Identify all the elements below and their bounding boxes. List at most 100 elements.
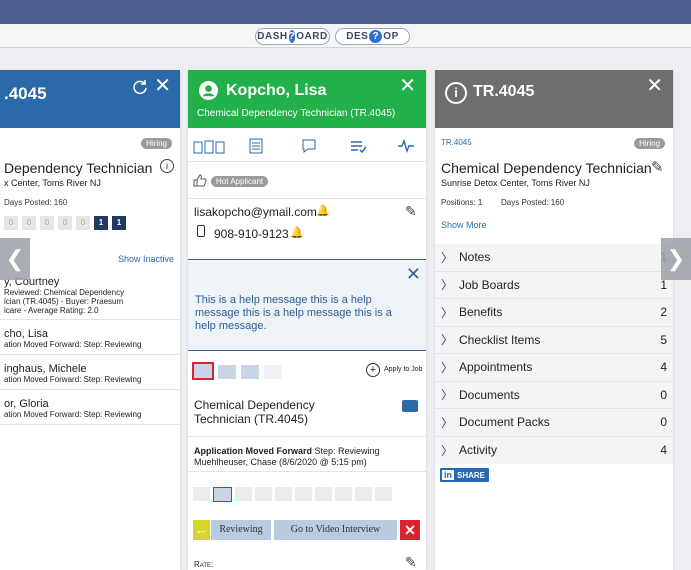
section-label: Activity xyxy=(459,443,498,458)
activity-pulse-icon[interactable] xyxy=(397,138,415,154)
rate-label: Rate: xyxy=(194,560,214,569)
candidate-detail: icare - Average Rating: 2.0 xyxy=(4,306,99,315)
job-title[interactable]: Chemical Dependency Technician (TR.4045) xyxy=(194,398,374,426)
section-document-packs[interactable]: 〉 Document Packs 0 xyxy=(435,409,673,437)
help-icon: ? xyxy=(288,30,296,43)
close-icon[interactable]: ✕ xyxy=(646,76,663,96)
candidate-subtitle: Chemical Dependency Technician (TR.4045) xyxy=(197,108,396,119)
job-title: Dependency Technician xyxy=(4,160,153,176)
job-code: TR.4045 xyxy=(441,138,472,147)
show-inactive-link[interactable]: Show Inactive xyxy=(118,254,174,264)
pipeline-count[interactable]: 0 xyxy=(22,216,36,230)
chevron-right-icon: 〉 xyxy=(441,443,454,458)
list-item[interactable]: or, Gloria ation Moved Forward: Step: Re… xyxy=(0,390,180,425)
video-interview-button[interactable]: Go to Video Interview xyxy=(274,520,397,540)
edit-pencil-icon[interactable]: ✎ xyxy=(405,203,417,220)
bell-icon[interactable]: 🔔 xyxy=(316,204,330,217)
list-item[interactable]: y, Courtney Reviewed: Chemical Dependenc… xyxy=(0,273,180,320)
action-icon-row xyxy=(193,136,421,158)
candidate-detail: ation Moved Forward: Step: Reviewing xyxy=(4,375,142,384)
close-icon[interactable]: ✕ xyxy=(406,264,421,285)
show-more-link[interactable]: Show More xyxy=(441,220,487,230)
stage-box[interactable] xyxy=(192,362,214,380)
hot-applicant-tag: Hot Applicant xyxy=(211,176,269,187)
section-count: 5 xyxy=(660,332,667,347)
close-icon[interactable]: ✕ xyxy=(399,76,416,96)
pipeline-count[interactable]: 0 xyxy=(76,216,90,230)
info-icon[interactable]: i xyxy=(160,159,174,173)
chat-icon[interactable] xyxy=(301,138,317,154)
pipeline-count[interactable]: 1 xyxy=(112,216,126,230)
reviewing-button[interactable]: Reviewing xyxy=(211,520,271,540)
section-benefits[interactable]: 〉 Benefits 2 xyxy=(435,299,673,327)
stage-box[interactable] xyxy=(241,365,259,379)
job-location: Sunrise Detox Center, Toms River NJ xyxy=(441,178,590,188)
chevron-right-icon: 〉 xyxy=(441,305,454,320)
section-count: 4 xyxy=(660,360,667,375)
section-label: Benefits xyxy=(459,305,503,320)
list-item[interactable]: cho, Lisa ation Moved Forward: Step: Rev… xyxy=(0,320,180,355)
pipeline-count[interactable]: 1 xyxy=(94,216,108,230)
candidate-detail: Reviewed: Chemical Dependency xyxy=(4,288,125,297)
positions: Positions: 1 xyxy=(441,198,483,207)
stage-box[interactable] xyxy=(264,365,282,379)
edit-pencil-icon[interactable]: ✎ xyxy=(405,554,417,570)
refresh-icon[interactable] xyxy=(132,79,148,95)
section-label: Documents xyxy=(459,387,520,402)
bell-icon[interactable]: 🔔 xyxy=(290,226,304,239)
section-label: Appointments xyxy=(459,360,533,375)
section-count: 0 xyxy=(660,415,667,430)
section-count: 4 xyxy=(660,443,667,458)
section-notes[interactable]: 〉Notes1 xyxy=(435,244,673,272)
email-value[interactable]: lisakopcho@ymail.com xyxy=(194,205,317,219)
activity-summary: Application Moved Forward Step: Reviewin… xyxy=(194,446,380,456)
prev-arrow-button[interactable]: ❮ xyxy=(0,238,30,280)
apply-to-job-link[interactable]: Apply to Job xyxy=(384,366,423,373)
info-icon: i xyxy=(445,82,467,104)
section-label: Notes xyxy=(459,250,491,265)
section-label: Checklist Items xyxy=(459,332,541,347)
section-documents[interactable]: 〉 Documents 0 xyxy=(435,382,673,409)
reject-button[interactable]: ✕ xyxy=(400,520,420,540)
candidate-card: Kopcho, Lisa Chemical Dependency Technic… xyxy=(188,70,426,570)
section-list: 〉Notes1 〉Job Boards1 〉 Benefits 2 〉 Checkli… xyxy=(435,244,673,464)
left-card-header: .4045 ✕ xyxy=(0,70,180,128)
chevron-right-icon: 〉 xyxy=(441,360,454,375)
section-job-boards[interactable]: 〉 Job Boards 1 xyxy=(435,272,673,299)
job-card: i TR.4045 ✕ TR.4045 Hiring Chemical Depe… xyxy=(435,70,673,570)
activity-title: Application Moved Forward xyxy=(194,446,313,456)
section-appointments[interactable]: 〉 Appointments 4 xyxy=(435,354,673,382)
chevron-right-icon: 〉 xyxy=(441,388,454,403)
close-icon[interactable]: ✕ xyxy=(154,76,171,96)
edit-pencil-icon[interactable]: ✎ xyxy=(651,158,664,176)
add-icon[interactable]: + xyxy=(366,363,380,377)
section-activity[interactable]: 〉 Activity 4 xyxy=(435,437,673,465)
top-header-bar xyxy=(0,0,691,24)
dashboard-button[interactable]: DASH? OARD xyxy=(255,28,330,45)
briefcase-icon[interactable] xyxy=(402,400,418,412)
pipeline-counts: 0 0 0 0 0 1 1 xyxy=(4,216,126,230)
chevron-right-icon: 〉 xyxy=(441,278,454,293)
pipeline-count[interactable]: 0 xyxy=(40,216,54,230)
checklist-icon[interactable] xyxy=(350,138,368,154)
next-arrow-button[interactable]: ❯ xyxy=(661,238,691,280)
section-checklist-items[interactable]: 〉 Checklist Items 5 xyxy=(435,327,673,354)
phone-value[interactable]: 908-910-9123 xyxy=(214,227,289,241)
stage-box[interactable] xyxy=(218,365,236,379)
list-item[interactable]: inghaus, Michele ation Moved Forward: St… xyxy=(0,355,180,390)
toolbar: DASH? OARD DES? OP xyxy=(0,24,691,48)
candidate-detail: ation Moved Forward: Step: Reviewing xyxy=(4,410,142,419)
linkedin-share-button[interactable]: in SHARE xyxy=(440,468,490,482)
section-count: 2 xyxy=(660,305,667,320)
desktop-button[interactable]: DES? OP xyxy=(335,28,410,45)
candidate-detail: ation Moved Forward: Step: Reviewing xyxy=(4,340,142,349)
list-doc-icon[interactable] xyxy=(248,138,264,154)
documents-icon[interactable] xyxy=(193,140,227,154)
pipeline-count[interactable]: 0 xyxy=(58,216,72,230)
days-posted: Days Posted: 160 xyxy=(4,198,68,207)
job-location: x Center, Toms River NJ xyxy=(4,178,101,188)
thumbs-up-icon[interactable] xyxy=(193,174,207,187)
pipeline-count[interactable]: 0 xyxy=(4,216,18,230)
back-arrow-button[interactable]: ← xyxy=(193,520,210,540)
candidate-name: inghaus, Michele xyxy=(4,363,87,375)
